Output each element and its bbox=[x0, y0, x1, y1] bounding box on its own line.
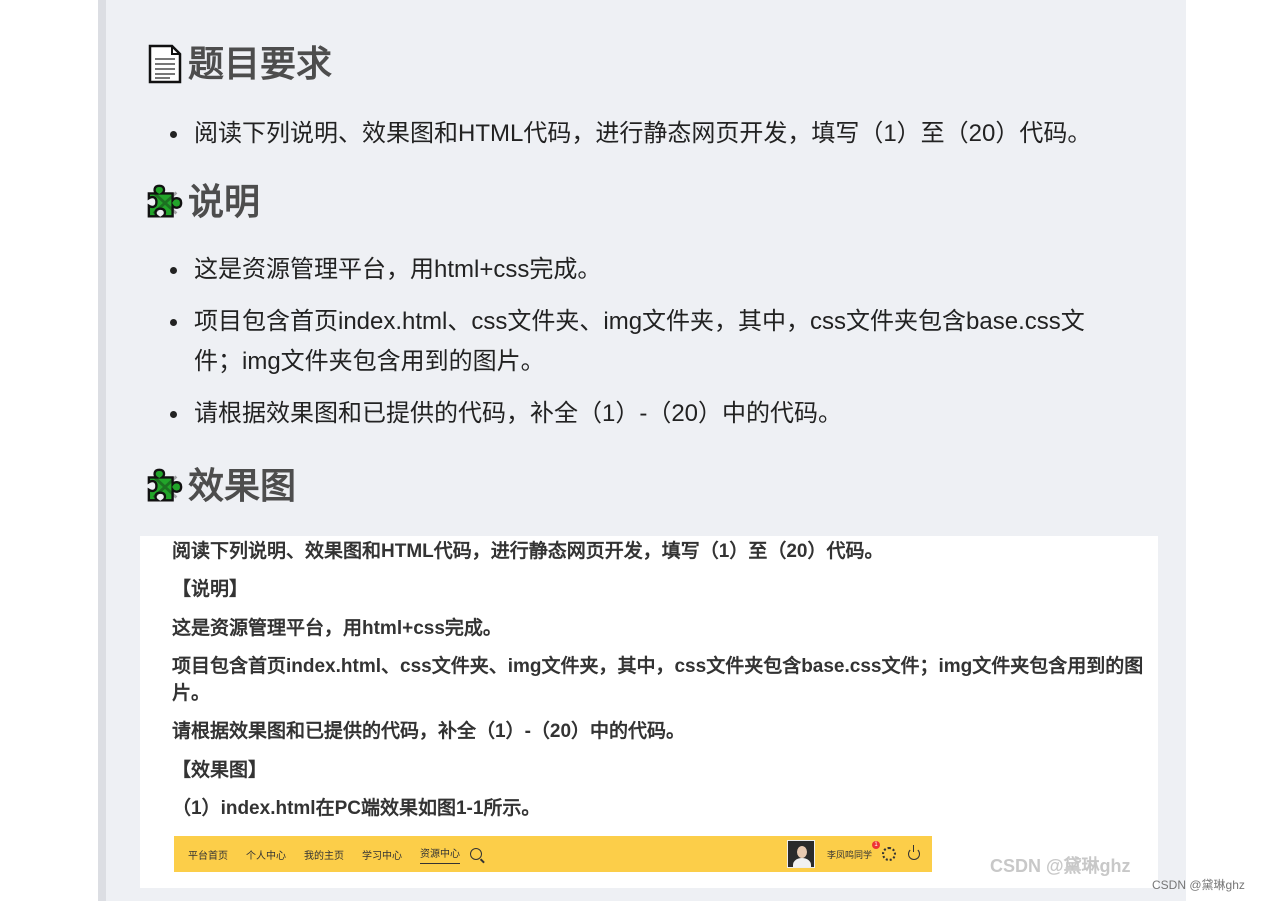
search-icon bbox=[470, 848, 482, 860]
effect-screenshot: 阅读下列说明、效果图和HTML代码，进行静态网页开发，填写（1）至（20）代码。… bbox=[140, 536, 1158, 888]
page-watermark: CSDN @黛琳ghz bbox=[1152, 878, 1245, 892]
list-item: 阅读下列说明、效果图和HTML代码，进行静态网页开发，填写（1）至（20）代码。 bbox=[166, 114, 1126, 154]
shot-line: 阅读下列说明、效果图和HTML代码，进行静态网页开发，填写（1）至（20）代码。 bbox=[172, 541, 884, 562]
list-item: 这是资源管理平台，用html+css完成。 bbox=[166, 250, 1126, 290]
username: 李凤鸣同学 1 bbox=[826, 840, 880, 861]
document-icon bbox=[148, 44, 182, 84]
username-text: 李凤鸣同学 bbox=[826, 849, 872, 860]
heading-description: 说明 bbox=[146, 182, 260, 222]
list-item: 项目包含首页index.html、css文件夹、img文件夹，其中，css文件夹… bbox=[166, 302, 1126, 382]
gear-icon bbox=[882, 847, 896, 861]
heading-effect: 效果图 bbox=[146, 466, 296, 506]
green-puzzle-icon bbox=[147, 468, 183, 502]
nav-item-home: 平台首页 bbox=[188, 850, 228, 862]
shot-line: （1）index.html在PC端效果如图1-1所示。 bbox=[172, 798, 541, 819]
shot-line: 项目包含首页index.html、css文件夹、img文件夹，其中，css文件夹… bbox=[172, 656, 1144, 704]
description-list: 这是资源管理平台，用html+css完成。 项目包含首页index.html、c… bbox=[166, 250, 1126, 434]
heading-text: 说明 bbox=[188, 181, 261, 222]
power-icon bbox=[908, 845, 920, 860]
nav-item-mypage: 我的主页 bbox=[304, 850, 344, 862]
image-watermark: CSDN @黛琳ghz bbox=[990, 856, 1131, 876]
green-puzzle-icon bbox=[147, 184, 183, 218]
nav-item-resource: 资源中心 bbox=[420, 845, 460, 864]
list-item: 请根据效果图和已提供的代码，补全（1）-（20）中的代码。 bbox=[166, 394, 1126, 434]
heading-requirements: 题目要求 bbox=[146, 44, 332, 84]
avatar bbox=[786, 840, 815, 868]
heading-text: 题目要求 bbox=[188, 43, 333, 84]
shot-line: 请根据效果图和已提供的代码，补全（1）-（20）中的代码。 bbox=[172, 721, 686, 742]
user-area: 李凤鸣同学 1 bbox=[786, 840, 920, 868]
preview-navbar: 平台首页 个人中心 我的主页 学习中心 资源中心 李凤鸣同学 1 bbox=[174, 836, 932, 872]
nav-item-study: 学习中心 bbox=[362, 850, 402, 862]
notification-badge: 1 bbox=[872, 840, 880, 849]
heading-text: 效果图 bbox=[188, 465, 297, 506]
shot-line: 【效果图】 bbox=[172, 760, 268, 781]
nav-item-personal: 个人中心 bbox=[246, 850, 286, 862]
shot-line: 【说明】 bbox=[172, 579, 249, 600]
shot-line: 这是资源管理平台，用html+css完成。 bbox=[172, 618, 502, 639]
requirements-list: 阅读下列说明、效果图和HTML代码，进行静态网页开发，填写（1）至（20）代码。 bbox=[166, 114, 1126, 154]
